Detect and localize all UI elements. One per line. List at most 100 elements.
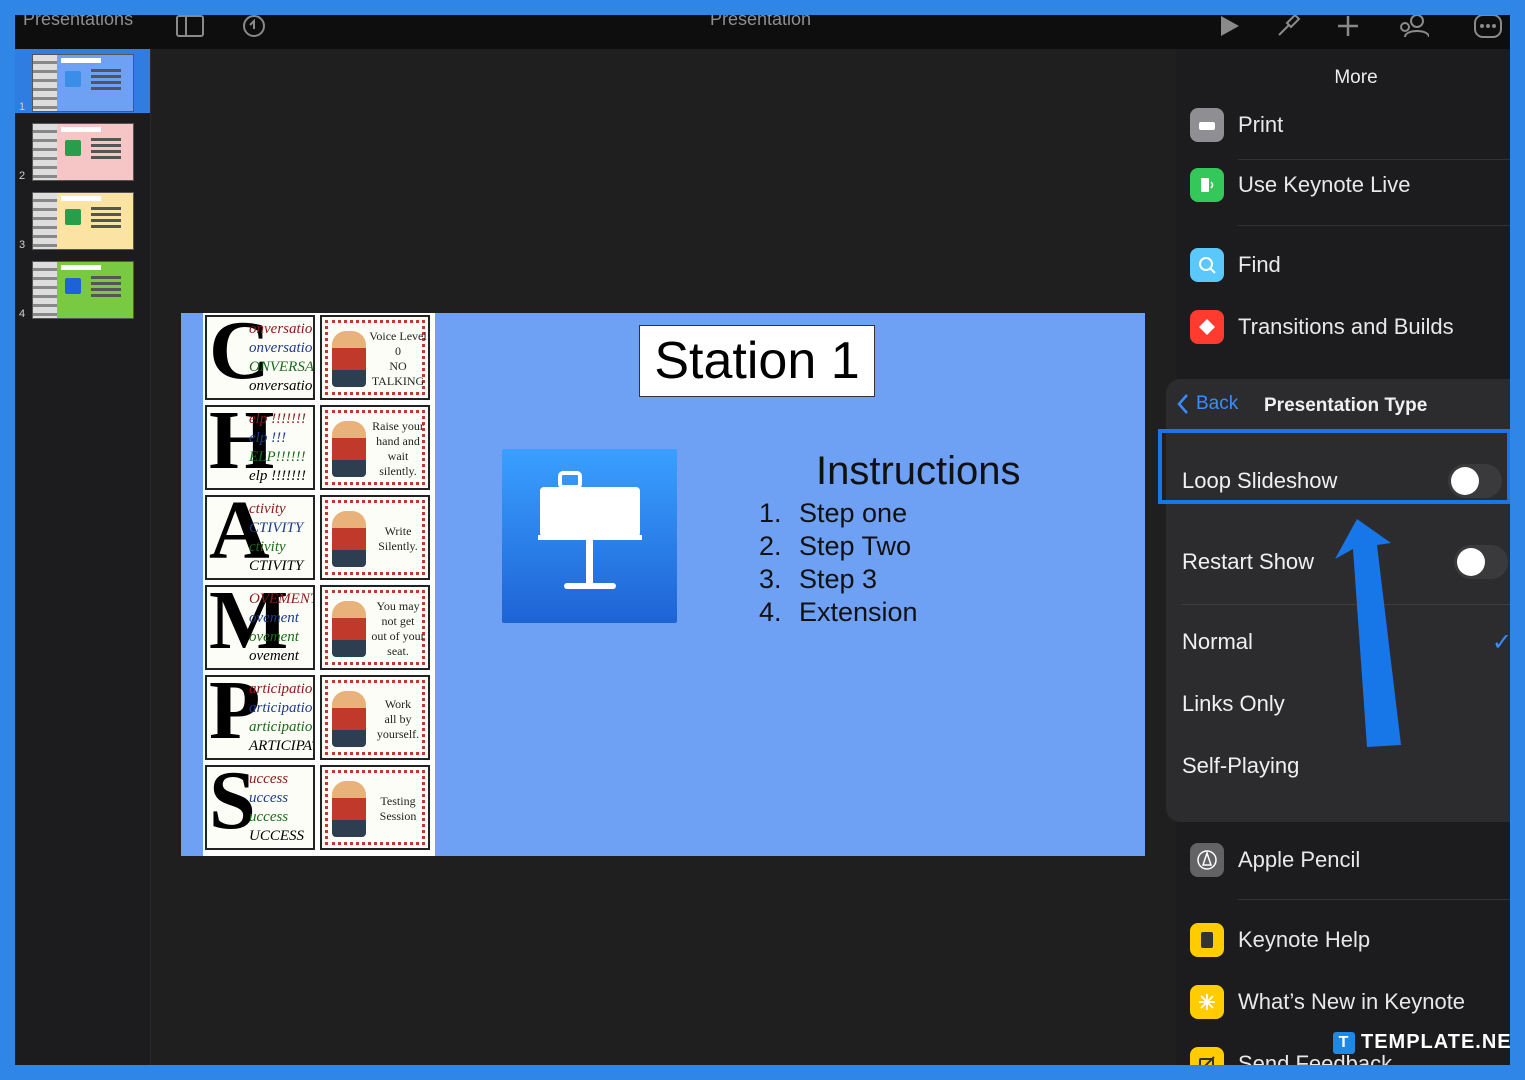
slide-thumbnail-1[interactable]: 1 — [15, 49, 150, 113]
more-icon[interactable] — [1473, 15, 1503, 41]
champ-word: OVEMENT — [249, 591, 315, 607]
champ-word: elp !!!!!!! — [249, 468, 307, 484]
slide-thumbnail-3[interactable]: 3 — [15, 187, 150, 251]
champ-word: ovement — [249, 648, 299, 664]
popover-title: Presentation Type — [1264, 395, 1428, 416]
keynote-help-icon — [1190, 923, 1224, 957]
champ-letter-cell: Success uccess uccess UCCESS — [205, 765, 315, 850]
keynote-logo-icon — [502, 449, 677, 623]
champ-word: uccess — [249, 809, 289, 825]
champ-picture-line: all by — [384, 711, 412, 726]
champ-word: uccess — [249, 771, 289, 787]
slide-thumbnail-2[interactable]: 2 — [15, 118, 150, 182]
apple-pencil-icon — [1190, 843, 1224, 877]
instructions-heading[interactable]: Instructions — [816, 449, 1021, 494]
document-title: Presentation — [710, 15, 812, 29]
current-slide[interactable]: ConversationonversationONVERSATIONonvers… — [181, 313, 1145, 856]
champ-word: ONVERSATION — [249, 359, 314, 375]
menu-item-find[interactable]: Find — [1190, 239, 1510, 291]
template-watermark: T TEMPLATE.NET — [1333, 1031, 1510, 1054]
champ-word: ovement — [249, 610, 299, 626]
top-toolbar: Presentations Presentation — [15, 15, 1510, 49]
champ-picture-line: out of your — [371, 629, 425, 643]
add-icon[interactable] — [1333, 15, 1363, 41]
champ-word: CTIVITY — [249, 520, 304, 536]
champ-picture-text: Work all by yourself. — [368, 683, 428, 755]
champ-word: CTIVITY — [249, 558, 304, 574]
cartoon-figure-icon — [332, 331, 366, 387]
champ-picture-text: Raise your hand and wait silently. — [368, 413, 428, 485]
chevron-left-icon — [1177, 394, 1188, 414]
slide-preview — [32, 261, 134, 319]
champ-picture-cell: Testing Session — [320, 765, 430, 850]
panel-title: More — [1334, 67, 1378, 88]
champ-chart: ConversationonversationONVERSATIONonvers… — [203, 313, 435, 856]
template-logo-icon: T — [1333, 1031, 1355, 1054]
champ-picture-cell: Raise your hand and wait silently. — [320, 405, 430, 490]
champ-word: ctivity — [249, 501, 286, 517]
list-item: 2. Step Two — [759, 531, 912, 561]
champ-word: onversation — [249, 378, 315, 394]
menu-item-apple-pencil[interactable]: Apple Pencil — [1190, 834, 1510, 886]
annotation-arrow-icon — [1335, 519, 1401, 747]
champ-picture-cell: Voice Level 0 NO TALKING — [320, 315, 430, 400]
slide-canvas: ConversationonversationONVERSATIONonvers… — [151, 49, 1176, 1065]
champ-word: articipation — [249, 700, 315, 716]
slide-navigator: 1 2 3 4 — [15, 49, 151, 1065]
instructions-list[interactable]: 1. Step one 2. Step Two 3. Step 3 4. Extensi… — [759, 497, 918, 629]
play-icon[interactable] — [1215, 15, 1245, 41]
champ-letter-cell: ConversationonversationONVERSATIONonvers… — [205, 315, 315, 400]
slide-number: 2 — [19, 170, 26, 182]
champ-picture-line: not get — [381, 614, 415, 628]
presentations-back-button[interactable]: Presentations — [23, 15, 133, 30]
slide-thumbnail-4[interactable]: 4 — [15, 256, 150, 320]
cartoon-figure-icon — [332, 421, 366, 477]
undo-icon[interactable] — [239, 15, 269, 41]
menu-item-keynote-help[interactable]: Keynote Help — [1190, 914, 1510, 966]
champ-picture-text: You may not get out of your seat. — [368, 593, 428, 665]
champ-picture-line: Silently. — [378, 539, 418, 553]
divider — [1238, 899, 1510, 900]
champ-word: onversation — [249, 340, 315, 356]
champ-word: onversation — [249, 321, 315, 337]
champ-word: ctivity — [249, 539, 286, 555]
divider — [1238, 225, 1510, 226]
transitions-icon — [1190, 310, 1224, 344]
restart-show-label: Restart Show — [1182, 549, 1315, 574]
champ-word: UCCESS — [249, 828, 305, 844]
champ-picture-line: You may — [376, 599, 420, 613]
champ-letter-cell: M OVEMENT ovement ovement ovement — [205, 585, 315, 670]
champ-picture-line: Testing Session — [379, 794, 417, 823]
champ-picture-cell: Work all by yourself. — [320, 675, 430, 760]
champ-picture-cell: You may not get out of your seat. — [320, 585, 430, 670]
champ-picture-text: Write Silently. — [368, 503, 428, 575]
champ-picture-line: yourself. — [376, 726, 420, 741]
menu-item-print[interactable]: Print — [1190, 99, 1510, 151]
loop-slideshow-highlight-box — [1158, 429, 1510, 504]
champ-picture-line: Write — [384, 524, 412, 538]
cartoon-figure-icon — [332, 691, 366, 747]
champ-picture-line: Voice Level — [369, 329, 427, 343]
slide-preview — [32, 123, 134, 181]
champ-letter-cell: Help !!!!!!! elp !!! ELP!!!!!! elp !!!!!!! — [205, 405, 315, 490]
restart-show-toggle[interactable] — [1454, 545, 1508, 579]
sidebar-toggle-icon[interactable] — [175, 15, 205, 41]
champ-picture-line: Work — [384, 696, 412, 711]
slide-title[interactable]: Station 1 — [639, 325, 875, 397]
list-item: 3. Step 3 — [759, 564, 878, 594]
keynote-live-icon — [1190, 168, 1224, 202]
menu-item-transitions[interactable]: Transitions and Builds — [1190, 301, 1510, 353]
cartoon-figure-icon — [332, 781, 366, 837]
slide-preview — [32, 192, 134, 250]
menu-item-whats-new[interactable]: What’s New in Keynote — [1190, 976, 1510, 1028]
format-brush-icon[interactable] — [1273, 15, 1303, 41]
champ-picture-line: 0 — [395, 344, 401, 358]
slide-preview — [32, 54, 134, 112]
back-button[interactable]: Back — [1176, 393, 1238, 415]
list-item: 1. Step one — [759, 498, 908, 528]
champ-picture-line: seat. — [387, 644, 409, 658]
menu-item-keynote-live[interactable]: Use Keynote Live — [1190, 159, 1510, 211]
collaborate-icon[interactable] — [1399, 15, 1429, 41]
cartoon-figure-icon — [332, 601, 366, 657]
slide-number: 3 — [19, 239, 26, 251]
